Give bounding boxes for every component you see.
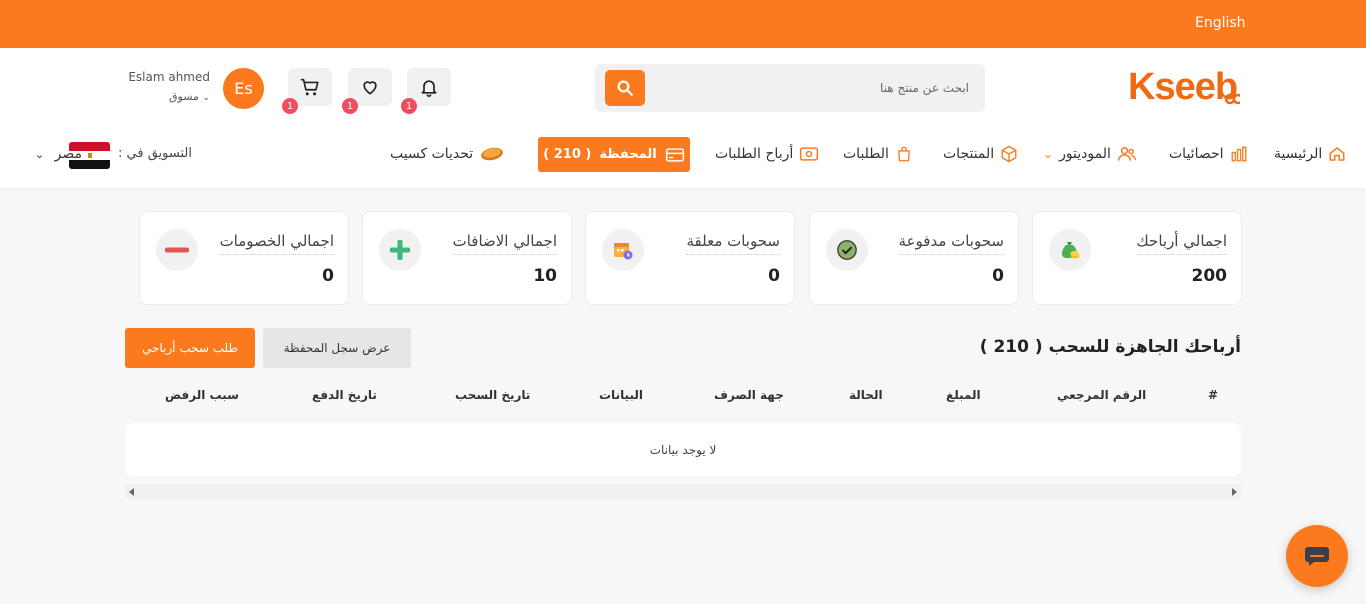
table-header-amount: المبلغ bbox=[946, 388, 981, 402]
stat-card-label: اجمالي أرباحك bbox=[1136, 232, 1227, 255]
logo-text: Kseeb bbox=[1128, 66, 1237, 108]
logo[interactable]: Kseeb bbox=[1128, 65, 1244, 109]
stat-card-label: اجمالي الاضافات bbox=[452, 232, 557, 255]
nav-orders[interactable]: الطلبات bbox=[843, 136, 913, 172]
stat-card-value: 0 bbox=[992, 266, 1004, 286]
nav-products[interactable]: المنتجات bbox=[943, 136, 1018, 172]
search-input[interactable] bbox=[655, 64, 985, 112]
stat-card-label: سحوبات معلقة bbox=[686, 232, 780, 255]
search-bar bbox=[595, 64, 985, 112]
table-empty-row: لا يوجد بيانات bbox=[125, 423, 1241, 476]
nav-home-label: الرئيسية bbox=[1274, 146, 1323, 162]
withdrawable-profits-title: أرباحك الجاهزة للسحب ( 210 ) bbox=[979, 337, 1241, 357]
stat-card-label: اجمالي الخصومات bbox=[219, 232, 334, 255]
shopping-bag-icon bbox=[898, 146, 910, 162]
box-icon bbox=[1001, 145, 1017, 163]
check-circle-icon bbox=[826, 229, 868, 271]
heart-icon bbox=[363, 81, 377, 95]
top-bar: English bbox=[0, 0, 1366, 48]
bell-icon bbox=[421, 80, 437, 97]
table-header-withdraw-date: تاريخ السحب bbox=[455, 388, 531, 402]
stat-card-total-deductions: اجمالي الخصومات 0 bbox=[139, 211, 349, 305]
table-header-details: البيانات bbox=[599, 388, 643, 402]
wishlist-badge: 1 bbox=[342, 98, 358, 114]
coin-icon bbox=[481, 147, 504, 161]
marketing-country-label: التسويق في : bbox=[118, 146, 192, 161]
country-name: مصر bbox=[54, 146, 83, 162]
nav-challenges-label: تحديات كسيب bbox=[390, 146, 474, 162]
table-header-payment-method: جهة الصرف bbox=[714, 388, 784, 402]
table-header-index: # bbox=[1208, 388, 1219, 402]
plus-icon bbox=[379, 229, 421, 271]
user-role-text: مسوق bbox=[169, 90, 199, 103]
request-withdrawal-button[interactable]: طلب سحب أرباحي bbox=[125, 328, 255, 368]
chat-button[interactable] bbox=[1286, 525, 1348, 587]
cart-badge: 1 bbox=[282, 98, 298, 114]
nav-moderator-label: الموديتور bbox=[1059, 146, 1111, 162]
nav-products-label: المنتجات bbox=[943, 146, 995, 162]
stat-card-value: 0 bbox=[322, 266, 334, 286]
chevron-down-icon: ⌄ bbox=[35, 148, 45, 161]
chevron-down-icon: ⌄ bbox=[202, 93, 210, 103]
avatar[interactable]: Es bbox=[223, 68, 264, 109]
nav-stats-label: احصائيات bbox=[1169, 146, 1224, 162]
scroll-right-icon[interactable] bbox=[1232, 488, 1237, 496]
scroll-left-icon[interactable] bbox=[129, 488, 134, 496]
users-icon bbox=[1117, 147, 1136, 161]
search-button[interactable] bbox=[605, 70, 645, 106]
nav-stats[interactable]: احصائيات bbox=[1169, 136, 1248, 172]
kseeb-logo-icon: Kseeb bbox=[1128, 66, 1244, 108]
stat-card-pending-withdrawals: سحوبات معلقة 0 bbox=[585, 211, 795, 305]
table-header-payment-date: تاريخ الدفع bbox=[312, 388, 377, 402]
stat-card-paid-withdrawals: سحوبات مدفوعة 0 bbox=[809, 211, 1019, 305]
cart-button[interactable]: 1 bbox=[282, 68, 332, 114]
user-role[interactable]: مسوق ⌄ bbox=[100, 90, 210, 103]
credit-card-icon bbox=[665, 147, 684, 162]
stat-card-value: 10 bbox=[533, 266, 557, 286]
chat-icon bbox=[1305, 547, 1329, 566]
nav-order-profits-label: أرباح الطلبات bbox=[715, 146, 794, 162]
stat-card-value: 0 bbox=[768, 266, 780, 286]
minus-icon bbox=[156, 229, 198, 271]
stat-card-total-additions: اجمالي الاضافات 10 bbox=[362, 211, 572, 305]
user-name[interactable]: Eslam ahmed bbox=[100, 70, 210, 84]
wallet-history-button[interactable]: عرض سجل المحفظة bbox=[263, 328, 411, 368]
notifications-button[interactable]: 1 bbox=[401, 68, 451, 114]
notifications-badge: 1 bbox=[401, 98, 417, 114]
nav-wallet-label: المحفظة bbox=[599, 147, 657, 162]
search-icon bbox=[617, 80, 633, 96]
horizontal-scrollbar[interactable] bbox=[125, 484, 1241, 499]
nav-wallet-count: ( 210 ) bbox=[543, 147, 592, 162]
header: Kseeb 1 1 1 Es E bbox=[0, 48, 1366, 188]
stat-card-value: 200 bbox=[1191, 266, 1228, 286]
bar-chart-icon bbox=[1231, 146, 1246, 162]
money-bag-icon bbox=[1049, 229, 1091, 271]
cart-icon bbox=[300, 78, 319, 96]
stat-card-total-profits: اجمالي أرباحك 200 bbox=[1032, 211, 1242, 305]
chevron-down-icon: ⌄ bbox=[1043, 147, 1054, 161]
nav-challenges[interactable]: تحديات كسيب bbox=[390, 136, 505, 172]
table-header-status: الحالة bbox=[849, 388, 883, 402]
country-selector[interactable]: ⌄ مصر bbox=[35, 146, 82, 162]
nav-moderator[interactable]: الموديتور ⌄ bbox=[1043, 136, 1137, 172]
nav-order-profits[interactable]: أرباح الطلبات bbox=[715, 136, 819, 172]
stat-card-label: سحوبات مدفوعة bbox=[898, 232, 1004, 255]
money-icon bbox=[800, 147, 819, 161]
wishlist-button[interactable]: 1 bbox=[342, 68, 392, 114]
nav-home[interactable]: الرئيسية bbox=[1274, 136, 1346, 172]
nav-orders-label: الطلبات bbox=[843, 146, 889, 162]
table-header-reference: الرقم المرجعي bbox=[1057, 388, 1147, 402]
language-switch-link[interactable]: English bbox=[1195, 15, 1246, 31]
table-header-rejection-reason: سبب الرفض bbox=[165, 388, 239, 402]
nav-wallet-button[interactable]: المحفظة ( 210 ) bbox=[538, 137, 690, 172]
home-icon bbox=[1329, 147, 1345, 161]
calendar-clock-icon bbox=[602, 229, 644, 271]
